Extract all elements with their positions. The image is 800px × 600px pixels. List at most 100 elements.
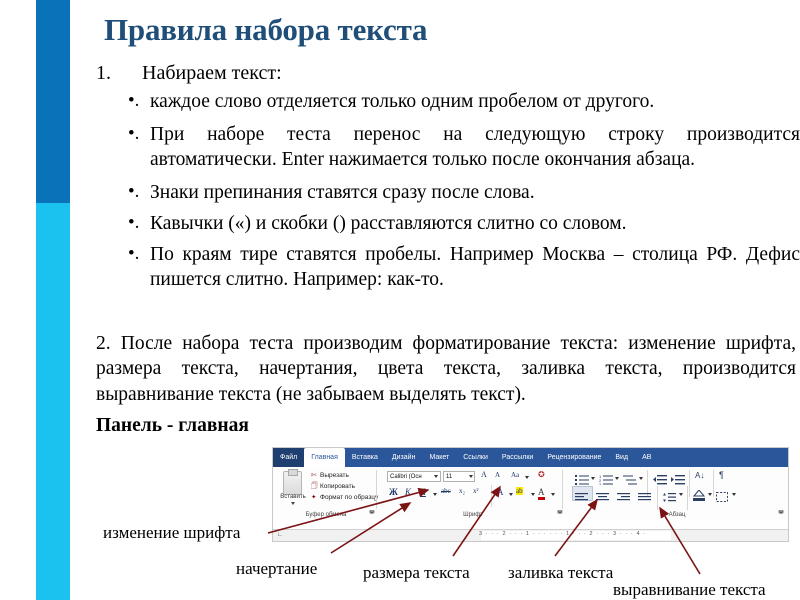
panel-heading: Панель - главная (96, 415, 249, 436)
shrink-font-icon[interactable]: A (495, 471, 500, 479)
strikethrough-button[interactable]: abc (441, 487, 451, 495)
group-divider (713, 470, 714, 497)
superscript-button[interactable]: x² (473, 487, 479, 495)
multilevel-list-icon[interactable] (623, 472, 637, 490)
paragraph-dialog-launcher-icon[interactable]: ◚ (778, 510, 784, 517)
ribbon-tab-layout[interactable]: Макет (422, 448, 456, 467)
shading-icon[interactable] (692, 488, 706, 506)
list-item-text: Кавычки («) и скобки () расставляются сл… (150, 212, 627, 234)
sidebar-accent-top (36, 0, 70, 203)
svg-text:3: 3 (599, 482, 602, 485)
bullet-marker: •. (128, 90, 140, 111)
paste-dropdown-caret-icon[interactable] (291, 502, 295, 505)
align-right-icon[interactable] (617, 489, 630, 507)
list-item-text: Знаки препинания ставятся сразу после сл… (150, 181, 535, 203)
ribbon-tab-view[interactable]: Вид (608, 448, 635, 467)
list-item-text: каждое слово отделяется только одним про… (150, 91, 655, 112)
text-effects-icon[interactable]: A (497, 487, 504, 497)
font-color-caret-icon[interactable] (551, 493, 555, 496)
list-item-text: По краям тире ставятся пробелы. Например… (150, 243, 800, 290)
line-spacing-icon[interactable] (663, 489, 676, 507)
ribbon-tab-references[interactable]: Ссылки (456, 448, 495, 467)
numbered-item-1: 1. Набираем текст: (96, 62, 796, 85)
clipboard-group-label: Буфер обмена (305, 512, 347, 518)
align-left-icon[interactable] (575, 489, 588, 507)
list-item: •. По краям тире ставятся пробелы. Напри… (96, 243, 800, 293)
text-effects-caret-icon[interactable] (509, 493, 513, 496)
paragraph-group-label: Абзац (668, 512, 686, 518)
change-case-caret-icon[interactable] (525, 476, 529, 479)
numbering-icon[interactable]: 123 (599, 472, 613, 490)
numbering-caret-icon[interactable] (615, 477, 619, 480)
bullet-marker: •. (128, 180, 140, 202)
list-item-text: При наборе теста перенос на следующую ст… (150, 123, 800, 170)
underline-button[interactable]: Ч (420, 487, 426, 497)
ribbon-tab-design[interactable]: Дизайн (385, 448, 423, 467)
copy-button[interactable]: 🗍 Копировать (311, 482, 355, 493)
ribbon-group-paragraph: 123 A↓ ¶ Абзац (569, 467, 785, 519)
list-item: •. При наборе теста перенос на следующую… (96, 123, 800, 173)
brush-icon: ✦ (311, 494, 317, 501)
borders-icon[interactable] (716, 489, 728, 507)
annotation-text-align: выравнивание текста (613, 580, 766, 599)
font-color-icon[interactable]: A (538, 487, 545, 500)
bullets-caret-icon[interactable] (591, 477, 595, 480)
list-number: 1. (96, 62, 111, 84)
bold-button[interactable]: Ж (389, 487, 398, 497)
sort-icon[interactable]: A↓ (695, 471, 704, 480)
highlight-caret-icon[interactable] (531, 493, 535, 496)
group-divider (657, 486, 658, 510)
font-group-label: Шрифт (463, 512, 483, 518)
cut-button[interactable]: ✄ Вырезать (311, 471, 349, 479)
show-marks-icon[interactable]: ¶ (719, 470, 724, 480)
ribbon-tab-mailings[interactable]: Рассылки (495, 448, 540, 467)
sidebar-accent-bottom (36, 203, 70, 600)
clear-formatting-icon[interactable]: ✪ (538, 470, 545, 479)
format-painter-label: Формат по образцу (320, 494, 379, 501)
bullet-list: •. каждое слово отделяется только одним … (96, 90, 800, 301)
font-name-input[interactable]: Calibri (Осн (387, 471, 441, 482)
underline-caret-icon[interactable] (433, 493, 437, 496)
paragraph-2: 2. После набора теста производим формати… (96, 333, 796, 405)
bullet-marker: •. (128, 242, 140, 264)
tab-stop-selector-icon[interactable]: ∟ (277, 532, 283, 538)
font-name-caret-icon[interactable] (434, 475, 438, 478)
shading-caret-icon[interactable] (708, 493, 712, 496)
decrease-indent-icon[interactable] (653, 472, 667, 490)
list-item: •. Кавычки («) и скобки () расставляются… (96, 212, 800, 237)
group-divider (687, 486, 688, 510)
font-size-caret-icon[interactable] (469, 475, 473, 478)
ribbon-tab-ab[interactable]: АВ (635, 448, 658, 467)
line-spacing-caret-icon[interactable] (679, 493, 683, 496)
ribbon-tab-file[interactable]: Файл (273, 448, 305, 467)
grow-font-icon[interactable]: A (481, 470, 487, 479)
ribbon-tab-review[interactable]: Рецензирование (540, 448, 608, 467)
ribbon-tab-home[interactable]: Главная (304, 448, 345, 467)
ribbon-body: Вставить ✄ Вырезать 🗍 Копировать ✦ Формат п… (273, 467, 788, 519)
align-justify-icon[interactable] (638, 489, 651, 507)
multilevel-caret-icon[interactable] (639, 477, 643, 480)
slide-canvas: Правила набора текста 1. Набираем текст: … (0, 0, 800, 600)
list-item: •. Знаки препинания ставятся сразу после… (96, 181, 800, 206)
change-case-icon[interactable]: Aa (511, 471, 519, 479)
highlight-color-icon[interactable]: ab (516, 487, 523, 495)
ribbon-group-font: Calibri (Осн 11 A A Aa ✪ Ж К Ч abc x₂ x²… (383, 467, 563, 519)
align-center-icon[interactable] (596, 489, 609, 507)
annotation-change-font: изменение шрифта (103, 523, 241, 542)
format-painter-button[interactable]: ✦ Формат по образцу (311, 493, 378, 501)
bullet-marker: •. (128, 211, 140, 233)
ruler-numbers: 3 · · · 2 · · · 1 · · · · · · 1 · · · 2 … (479, 531, 647, 537)
italic-button[interactable]: К (405, 487, 411, 497)
bullet-marker: •. (128, 122, 140, 144)
ribbon-tab-insert[interactable]: Вставка (345, 448, 385, 467)
paste-button-label[interactable]: Вставить (275, 494, 311, 500)
increase-indent-icon[interactable] (671, 472, 685, 490)
font-dialog-launcher-icon[interactable]: ◚ (557, 510, 563, 517)
list-number-text: Набираем текст: (142, 62, 282, 84)
clipboard-dialog-launcher-icon[interactable]: ◚ (369, 510, 375, 517)
subscript-button[interactable]: x₂ (459, 487, 465, 495)
paste-icon[interactable] (283, 469, 302, 495)
document-ruler[interactable]: ∟ 3 · · · 2 · · · 1 · · · · · · 1 · · · … (273, 529, 788, 541)
group-divider (689, 470, 690, 497)
borders-caret-icon[interactable] (732, 493, 736, 496)
